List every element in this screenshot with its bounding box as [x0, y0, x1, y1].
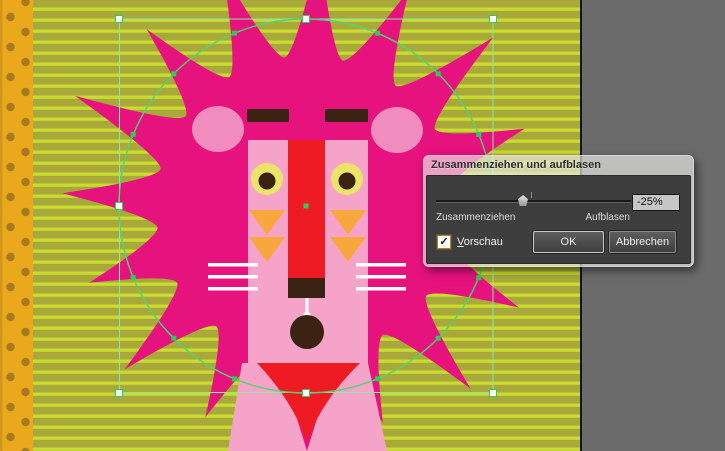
polka-dot	[6, 132, 15, 142]
polka-dot	[6, 432, 15, 442]
lion-whisker[interactable]	[356, 263, 406, 267]
polka-dot	[21, 267, 30, 277]
slider-center-tick	[531, 192, 532, 198]
polka-dot	[21, 327, 30, 337]
preview-label: Vorschau	[457, 236, 503, 248]
polka-dot	[21, 297, 30, 307]
orange-border-strip[interactable]	[0, 0, 33, 451]
pucker-bloat-dialog: Zusammenziehen und aufblasen -25% Zusamm…	[423, 155, 694, 267]
anchor-point[interactable]	[435, 71, 441, 77]
anchor-point[interactable]	[130, 275, 136, 281]
slider-track[interactable]	[436, 200, 631, 202]
selection-handle[interactable]	[489, 389, 497, 397]
anchor-point[interactable]	[375, 376, 381, 382]
polka-dot	[6, 192, 15, 202]
illustrator-window: Zusammenziehen und aufblasen -25% Zusamm…	[0, 0, 725, 451]
lion-pupil-left[interactable]	[258, 172, 276, 190]
lion-whisker[interactable]	[356, 287, 406, 291]
selection-handle[interactable]	[302, 389, 310, 397]
lion-eyebrow-left[interactable]	[247, 109, 289, 122]
cancel-button[interactable]: Abbrechen	[609, 231, 676, 253]
polka-dot	[21, 57, 30, 67]
polka-dot	[6, 312, 15, 322]
polka-dot	[21, 147, 30, 157]
selection-handle[interactable]	[115, 389, 123, 397]
anchor-point[interactable]	[130, 131, 136, 137]
dialog-title-bar[interactable]: Zusammenziehen und aufblasen	[423, 155, 694, 175]
lion-mouth[interactable]	[290, 315, 324, 349]
polka-dot	[21, 387, 30, 397]
polka-dot	[6, 402, 15, 412]
polka-dot	[6, 282, 15, 292]
preview-checkbox[interactable]: ✓	[437, 235, 451, 249]
selection-handle[interactable]	[489, 15, 497, 23]
lion-nose-stripe[interactable]	[288, 140, 325, 278]
polka-dot	[21, 357, 30, 367]
lion-whisker[interactable]	[356, 275, 406, 279]
polka-dot	[6, 102, 15, 112]
lion-whisker[interactable]	[208, 263, 258, 267]
value-field[interactable]: -25%	[632, 194, 680, 211]
anchor-point[interactable]	[231, 376, 237, 382]
anchor-point[interactable]	[435, 335, 441, 341]
polka-dot	[6, 372, 15, 382]
anchor-point[interactable]	[231, 30, 237, 36]
polka-dot	[21, 117, 30, 127]
label-aufblasen: Aufblasen	[585, 212, 630, 223]
polka-dot	[21, 417, 30, 427]
polka-dot	[6, 12, 15, 22]
dialog-body: -25% Zusammenziehen Aufblasen ✓ Vorschau…	[426, 175, 691, 264]
selection-handle[interactable]	[115, 202, 123, 210]
polka-dot	[6, 162, 15, 172]
checkmark-icon: ✓	[439, 236, 449, 248]
label-zusammenziehen: Zusammenziehen	[436, 212, 516, 223]
polka-dot	[6, 252, 15, 262]
anchor-point[interactable]	[476, 131, 482, 137]
lion-ear-right[interactable]	[371, 107, 423, 153]
lion-eyebrow-right[interactable]	[325, 109, 368, 122]
ok-button[interactable]: OK	[533, 231, 604, 253]
polka-dot	[21, 207, 30, 217]
polka-dot	[21, 27, 30, 37]
selection-handle[interactable]	[302, 15, 310, 23]
selection-handle[interactable]	[115, 15, 123, 23]
polka-dot	[21, 87, 30, 97]
polka-dot	[6, 72, 15, 82]
lion-nose-tip[interactable]	[288, 278, 325, 298]
anchor-point[interactable]	[171, 71, 177, 77]
anchor-point[interactable]	[303, 203, 309, 209]
lion-whisker[interactable]	[208, 287, 258, 291]
polka-dot	[21, 237, 30, 247]
lion-whisker[interactable]	[208, 275, 258, 279]
anchor-point[interactable]	[476, 275, 482, 281]
polka-dot	[6, 222, 15, 232]
lion-ear-left[interactable]	[192, 106, 244, 152]
polka-dot	[21, 177, 30, 187]
anchor-point[interactable]	[171, 335, 177, 341]
polka-dot	[6, 342, 15, 352]
slider-thumb[interactable]	[518, 195, 528, 206]
lion-pupil-right[interactable]	[338, 172, 356, 190]
anchor-point[interactable]	[375, 30, 381, 36]
polka-dot	[6, 42, 15, 52]
